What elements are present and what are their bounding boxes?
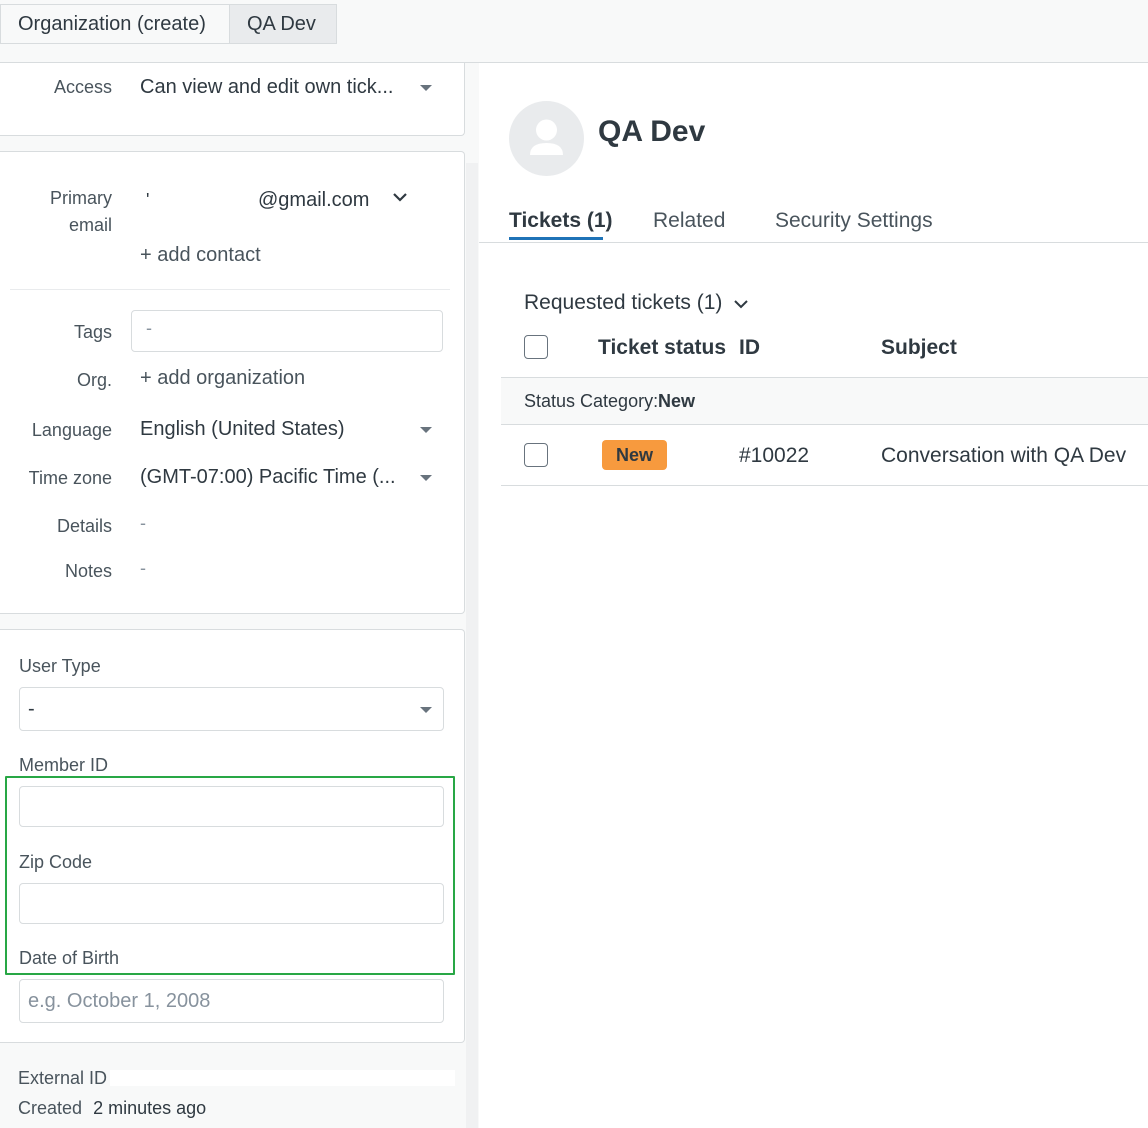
- timezone-select[interactable]: (GMT-07:00) Pacific Time (...: [140, 466, 396, 489]
- status-badge: New: [602, 440, 668, 470]
- label-line: Primary: [50, 188, 112, 208]
- tags-placeholder: -: [146, 318, 152, 338]
- tab-tickets[interactable]: Tickets (1): [509, 209, 613, 233]
- chevron-down-icon[interactable]: [392, 192, 408, 204]
- tab-security-settings[interactable]: Security Settings: [775, 209, 933, 233]
- row-checkbox[interactable]: [524, 443, 548, 467]
- details-value[interactable]: -: [140, 513, 146, 534]
- tab-related[interactable]: Related: [653, 209, 725, 233]
- tab-label: Organization (create): [18, 13, 206, 35]
- requested-tickets-toggle[interactable]: Requested tickets (1): [524, 291, 748, 315]
- primary-email-prefix: ': [146, 190, 150, 210]
- access-select[interactable]: Can view and edit own tick...: [140, 76, 393, 99]
- contact-properties-card: Primary email ' @gmail.com + add contact…: [0, 151, 465, 614]
- select-all-checkbox[interactable]: [524, 335, 548, 359]
- access-card: Access Can view and edit own tick...: [0, 63, 465, 136]
- ticket-subject[interactable]: Conversation with QA Dev: [881, 444, 1126, 468]
- requested-tickets-title: Requested tickets (1): [524, 291, 723, 314]
- tab-label: QA Dev: [247, 13, 316, 35]
- user-type-label: User Type: [19, 656, 101, 676]
- chevron-down-icon[interactable]: [420, 85, 432, 91]
- table-row[interactable]: New #10022 Conversation with QA Dev: [501, 425, 1148, 486]
- user-name: QA Dev: [598, 115, 706, 148]
- tabs-divider: [479, 242, 1148, 243]
- language-label: Language: [31, 420, 112, 440]
- notes-value[interactable]: -: [140, 558, 146, 579]
- active-tab-indicator: [509, 237, 603, 240]
- user-type-value: -: [28, 698, 35, 720]
- column-header-subject[interactable]: Subject: [881, 336, 957, 360]
- chevron-down-icon: [734, 300, 748, 309]
- date-of-birth-input[interactable]: e.g. October 1, 2008: [19, 979, 444, 1023]
- status-category-group-row: Status Category: New: [501, 377, 1148, 425]
- highlight-box: [5, 776, 455, 975]
- tags-input[interactable]: -: [131, 310, 443, 352]
- panel-scrollbar[interactable]: [466, 163, 478, 1128]
- created-value: 2 minutes ago: [93, 1098, 207, 1118]
- user-type-select[interactable]: -: [19, 687, 444, 731]
- access-label: Access: [53, 77, 112, 97]
- user-detail-pane: QA Dev Tickets (1) Related Security Sett…: [479, 63, 1148, 1128]
- avatar: [509, 101, 584, 176]
- created-label: Created: [18, 1098, 83, 1118]
- divider: [10, 289, 450, 290]
- chevron-down-icon[interactable]: [420, 427, 432, 433]
- tab-qa-dev[interactable]: QA Dev: [229, 4, 337, 44]
- primary-email-label: Primary email: [50, 185, 112, 239]
- member-id-label: Member ID: [19, 755, 109, 775]
- group-value: New: [658, 391, 696, 411]
- external-id-value: [110, 1070, 455, 1086]
- primary-email-value[interactable]: @gmail.com: [258, 189, 369, 212]
- user-silhouette-icon: [530, 119, 563, 155]
- external-id-label: External ID: [18, 1068, 108, 1088]
- created-row: Created 2 minutes ago: [18, 1098, 206, 1119]
- tags-label: Tags: [73, 322, 112, 342]
- add-organization-link[interactable]: + add organization: [140, 367, 305, 390]
- workspace-tab-bar: Organization (create) QA Dev: [0, 0, 1148, 63]
- add-contact-link[interactable]: + add contact: [140, 244, 261, 267]
- org-label: Org.: [76, 370, 112, 390]
- details-label: Details: [56, 516, 112, 536]
- label-line: email: [68, 215, 112, 235]
- ticket-id[interactable]: #10022: [739, 444, 809, 468]
- timezone-label: Time zone: [28, 468, 112, 488]
- chevron-down-icon: [420, 707, 432, 713]
- group-prefix: Status Category:: [524, 391, 659, 411]
- column-header-status[interactable]: Ticket status: [598, 336, 726, 360]
- column-header-id[interactable]: ID: [739, 336, 760, 360]
- tab-organization-create[interactable]: Organization (create): [0, 4, 230, 44]
- notes-label: Notes: [64, 561, 112, 581]
- language-select[interactable]: English (United States): [140, 418, 345, 441]
- chevron-down-icon[interactable]: [420, 475, 432, 481]
